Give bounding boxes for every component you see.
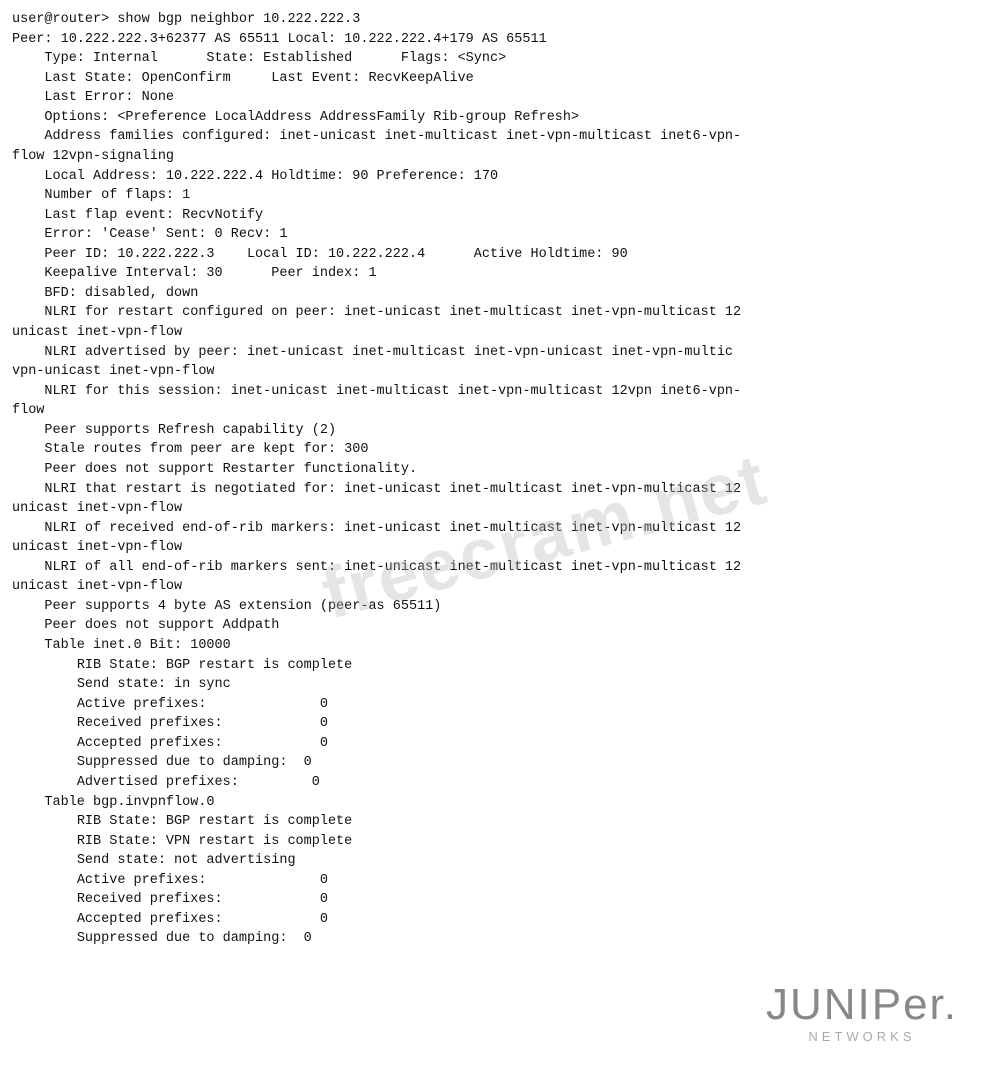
terminal-line: NLRI for restart configured on peer: ine…: [12, 303, 986, 323]
terminal-line: Options: <Preference LocalAddress Addres…: [12, 108, 986, 128]
terminal-output: user@router> show bgp neighbor 10.222.22…: [12, 10, 986, 949]
terminal-line: flow 12vpn-signaling: [12, 147, 986, 167]
juniper-networks-label: NETWORKS: [808, 1029, 915, 1044]
terminal-line: Table inet.0 Bit: 10000: [12, 636, 986, 656]
terminal-line: Last State: OpenConfirm Last Event: Recv…: [12, 69, 986, 89]
terminal-line: Received prefixes: 0: [12, 714, 986, 734]
terminal-line: Received prefixes: 0: [12, 890, 986, 910]
terminal-line: Table bgp.invpnflow.0: [12, 793, 986, 813]
terminal-line: Local Address: 10.222.222.4 Holdtime: 90…: [12, 167, 986, 187]
terminal-line: Type: Internal State: Established Flags:…: [12, 49, 986, 69]
terminal-line: unicast inet-vpn-flow: [12, 499, 986, 519]
terminal-line: Peer ID: 10.222.222.3 Local ID: 10.222.2…: [12, 245, 986, 265]
terminal-line: RIB State: BGP restart is complete: [12, 812, 986, 832]
terminal-line: Stale routes from peer are kept for: 300: [12, 440, 986, 460]
terminal-line: RIB State: VPN restart is complete: [12, 832, 986, 852]
terminal-line: Active prefixes: 0: [12, 871, 986, 891]
terminal-line: Active prefixes: 0: [12, 695, 986, 715]
terminal-line: Peer does not support Restarter function…: [12, 460, 986, 480]
terminal-line: Peer: 10.222.222.3+62377 AS 65511 Local:…: [12, 30, 986, 50]
terminal-line: Send state: in sync: [12, 675, 986, 695]
terminal-line: NLRI for this session: inet-unicast inet…: [12, 382, 986, 402]
terminal-line: unicast inet-vpn-flow: [12, 323, 986, 343]
terminal-line: RIB State: BGP restart is complete: [12, 656, 986, 676]
terminal-line: Peer does not support Addpath: [12, 616, 986, 636]
terminal-line: unicast inet-vpn-flow: [12, 538, 986, 558]
terminal-line: Send state: not advertising: [12, 851, 986, 871]
terminal-line: NLRI that restart is negotiated for: ine…: [12, 480, 986, 500]
terminal-line: NLRI of all end-of-rib markers sent: ine…: [12, 558, 986, 578]
terminal-line: vpn-unicast inet-vpn-flow: [12, 362, 986, 382]
terminal-line: Number of flaps: 1: [12, 186, 986, 206]
terminal-line: Last flap event: RecvNotify: [12, 206, 986, 226]
terminal-line: user@router> show bgp neighbor 10.222.22…: [12, 10, 986, 30]
terminal-line: Accepted prefixes: 0: [12, 910, 986, 930]
terminal-line: Peer supports 4 byte AS extension (peer-…: [12, 597, 986, 617]
terminal-line: BFD: disabled, down: [12, 284, 986, 304]
terminal-line: flow: [12, 401, 986, 421]
terminal-line: NLRI of received end-of-rib markers: ine…: [12, 519, 986, 539]
terminal-line: Advertised prefixes: 0: [12, 773, 986, 793]
terminal-line: NLRI advertised by peer: inet-unicast in…: [12, 343, 986, 363]
terminal-line: Address families configured: inet-unicas…: [12, 127, 986, 147]
juniper-brand-name: JUNIPer.: [766, 983, 958, 1027]
terminal-line: Last Error: None: [12, 88, 986, 108]
terminal-line: Peer supports Refresh capability (2): [12, 421, 986, 441]
terminal-line: Suppressed due to damping: 0: [12, 929, 986, 949]
terminal-line: Keepalive Interval: 30 Peer index: 1: [12, 264, 986, 284]
terminal-line: Error: 'Cease' Sent: 0 Recv: 1: [12, 225, 986, 245]
terminal-line: Suppressed due to damping: 0: [12, 753, 986, 773]
juniper-logo: JUNIPer. NETWORKS: [766, 983, 958, 1044]
terminal-line: unicast inet-vpn-flow: [12, 577, 986, 597]
terminal-line: Accepted prefixes: 0: [12, 734, 986, 754]
